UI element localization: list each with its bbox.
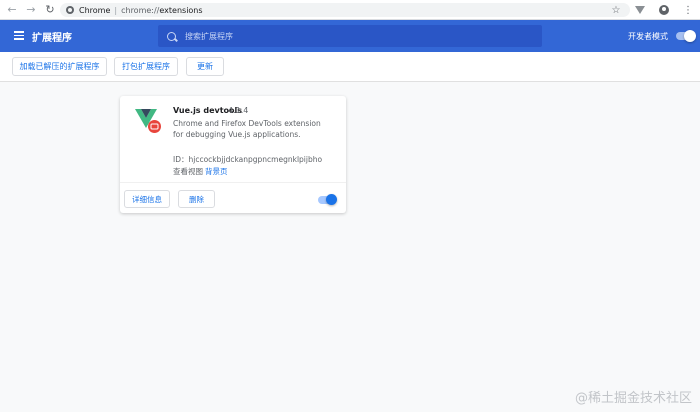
- extension-id-value: hjccockbjjdckanpgpncmegnklpijbho: [188, 155, 323, 164]
- search-box[interactable]: [158, 25, 542, 47]
- update-button[interactable]: 更新: [186, 57, 224, 76]
- extension-id: ID：hjccockbjjdckanpgpncmegnklpijbho: [173, 154, 322, 165]
- extension-views-label: 查看视图: [173, 167, 203, 176]
- extensions-toolbar: 扩展程序 开发者模式: [0, 20, 700, 52]
- chrome-site-icon: [66, 6, 74, 14]
- background-page-link[interactable]: 背景页: [205, 167, 228, 176]
- extension-description: Chrome and Firefox DevTools extension fo…: [173, 119, 321, 139]
- page-title: 扩展程序: [32, 33, 72, 44]
- pack-extension-button[interactable]: 打包扩展程序: [114, 57, 178, 76]
- browser-omnibar: ← → ↻ Chrome | chrome://extensions ☆ ⋮: [0, 0, 700, 20]
- star-icon[interactable]: ☆: [609, 3, 623, 17]
- back-arrow-icon[interactable]: ←: [5, 3, 19, 17]
- extension-toggle-knob: [326, 194, 337, 205]
- address-path: extensions: [159, 5, 203, 15]
- extension-enable-toggle[interactable]: [318, 194, 337, 205]
- details-button[interactable]: 详细信息: [124, 190, 170, 208]
- load-unpacked-button[interactable]: 加载已解压的扩展程序: [12, 57, 107, 76]
- extension-version: 4.1.4: [228, 106, 249, 115]
- devmode-label: 开发者模式: [628, 32, 668, 41]
- browser-actions: ☆ ⋮: [604, 0, 700, 20]
- reload-icon[interactable]: ↻: [43, 3, 57, 17]
- forward-arrow-icon[interactable]: →: [24, 3, 38, 17]
- extension-card: Vue.js devtools 4.1.4 Chrome and Firefox…: [120, 96, 346, 213]
- address-scheme: Chrome: [79, 5, 111, 15]
- remove-button[interactable]: 删除: [178, 190, 215, 208]
- menu-icon[interactable]: [14, 31, 24, 40]
- watermark: @稀土掘金技术社区: [574, 391, 692, 406]
- card-divider: [120, 182, 346, 183]
- profile-icon[interactable]: [657, 3, 671, 17]
- address-prefix: chrome://: [121, 5, 160, 15]
- extension-id-label: ID：: [173, 155, 189, 164]
- search-input[interactable]: [185, 31, 505, 41]
- more-vert-icon[interactable]: ⋮: [681, 3, 695, 17]
- action-bar: 加载已解压的扩展程序 打包扩展程序 更新: [0, 52, 700, 82]
- address-url: chrome://extensions: [121, 6, 202, 15]
- vue-devtools-icon[interactable]: [633, 3, 647, 17]
- extension-views: 查看视图 背景页: [173, 166, 228, 177]
- address-separator: |: [114, 5, 118, 15]
- devmode-toggle[interactable]: [676, 30, 696, 42]
- address-bar[interactable]: Chrome | chrome://extensions: [60, 3, 630, 17]
- search-icon: [167, 31, 176, 41]
- devmode-toggle-knob: [684, 30, 696, 42]
- vue-logo-icon: [135, 109, 161, 133]
